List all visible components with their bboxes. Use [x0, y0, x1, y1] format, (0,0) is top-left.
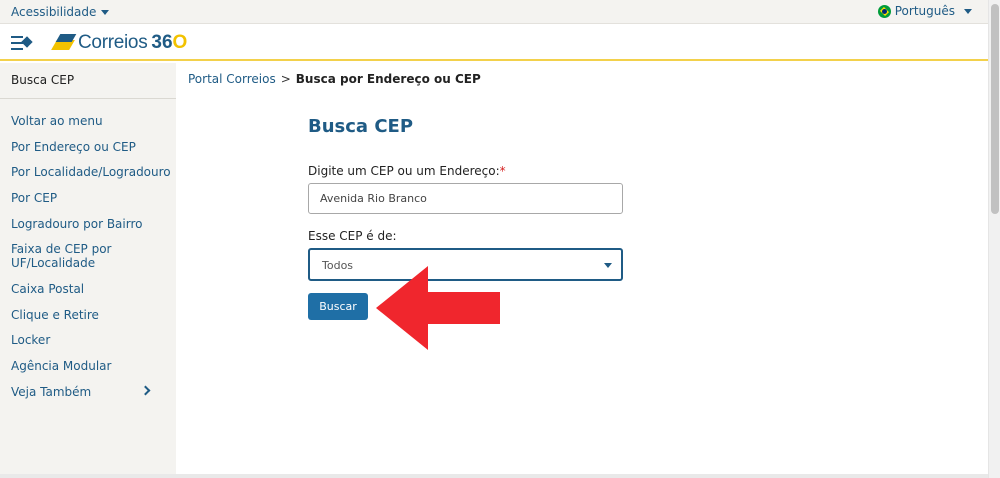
sidebar-item-faixa-cep-line2[interactable]: UF/Localidade — [11, 256, 95, 270]
accessibility-menu[interactable]: Acessibilidade — [11, 5, 110, 19]
sidebar-item-localidade[interactable]: Por Localidade/Logradouro — [11, 165, 171, 179]
cep-type-label: Esse CEP é de: — [308, 229, 397, 243]
breadcrumb-current: Busca por Endereço ou CEP — [295, 72, 481, 86]
header: Correios 36O — [0, 25, 988, 61]
cep-type-selected-value: Todos — [322, 259, 354, 272]
correios-logo[interactable]: Correios 36O — [51, 30, 188, 56]
sidebar: Busca CEP Voltar ao menu Por Endereço ou… — [0, 63, 176, 478]
chevron-down-icon — [964, 8, 972, 14]
sidebar-item-caixa-postal[interactable]: Caixa Postal — [11, 282, 84, 296]
logo-text: Correios — [78, 32, 148, 53]
language-label: Português — [894, 4, 955, 18]
logo-360: 36O — [151, 32, 188, 53]
sidebar-item-locker[interactable]: Locker — [11, 333, 50, 347]
required-mark: * — [499, 164, 506, 178]
accessibility-label: Acessibilidade — [11, 5, 97, 19]
sidebar-item-veja-tambem[interactable]: Veja Também — [11, 385, 165, 399]
top-bar: Acessibilidade Português — [0, 0, 988, 24]
chevron-right-icon — [140, 385, 151, 396]
breadcrumb-separator: > — [280, 72, 291, 86]
horizontal-scrollbar[interactable] — [0, 474, 988, 478]
breadcrumb: Portal Correios > Busca por Endereço ou CE… — [188, 72, 481, 86]
sidebar-item-voltar[interactable]: Voltar ao menu — [11, 114, 103, 128]
sidebar-item-por-cep[interactable]: Por CEP — [11, 191, 57, 205]
menu-toggle-icon[interactable] — [11, 36, 33, 50]
scrollbar-thumb[interactable] — [991, 4, 999, 214]
brazil-flag-icon — [877, 4, 891, 18]
sidebar-item-faixa-cep[interactable]: Faixa de CEP por — [11, 242, 111, 256]
sidebar-item-label: Veja Também — [11, 385, 92, 399]
search-button[interactable]: Buscar — [308, 293, 368, 320]
sidebar-title: Busca CEP — [11, 73, 75, 87]
page-title: Busca CEP — [308, 116, 414, 137]
sidebar-divider — [0, 98, 176, 99]
language-selector[interactable]: Português — [877, 4, 972, 18]
correios-logo-icon — [51, 31, 77, 55]
red-arrow-annotation-icon — [376, 266, 500, 350]
chevron-down-icon — [101, 10, 110, 15]
breadcrumb-home-link[interactable]: Portal Correios — [188, 72, 276, 86]
sidebar-item-agencia-modular[interactable]: Agência Modular — [11, 359, 111, 373]
cep-address-input[interactable] — [308, 183, 623, 214]
chevron-down-icon — [604, 263, 612, 268]
cep-field-label: Digite um CEP ou um Endereço:* — [308, 164, 506, 178]
vertical-scrollbar[interactable] — [988, 0, 1000, 478]
sidebar-item-endereco-cep[interactable]: Por Endereço ou CEP — [11, 140, 136, 154]
sidebar-item-bairro[interactable]: Logradouro por Bairro — [11, 217, 142, 231]
sidebar-item-clique-retire[interactable]: Clique e Retire — [11, 308, 99, 322]
